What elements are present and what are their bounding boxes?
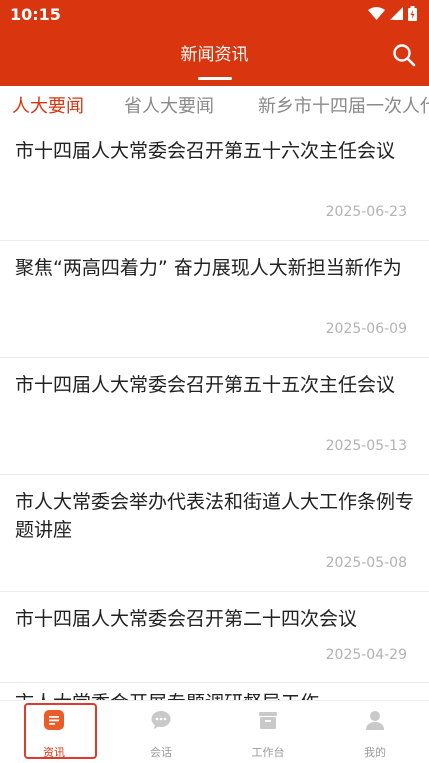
bottom-nav: 资讯 会话 工作台 我的 xyxy=(0,700,429,763)
tab-renda-news[interactable]: 人大要闻 xyxy=(12,92,84,118)
news-title: 市人大常委会举办代表法和街道人大工作条例专题讲座 xyxy=(15,491,415,541)
news-title: 聚焦“两高四着力” 奋力展现人大新担当新作为 xyxy=(15,257,402,279)
news-title: 市十四届人大常委会召开第五十六次主任会议 xyxy=(15,140,396,162)
workbench-icon xyxy=(259,712,277,729)
category-tabs: 人大要闻 省人大要闻 新乡市十四届一次人代会 xyxy=(0,86,429,124)
news-item[interactable]: 市人大常委会开展专题调研督导工作 xyxy=(0,683,429,700)
header-bar: 10:15 新闻资讯 xyxy=(0,0,429,86)
battery-icon xyxy=(408,6,417,21)
news-item[interactable]: 市十四届人大常委会召开第五十六次主任会议 2025-06-23 xyxy=(0,124,429,241)
title-underline xyxy=(198,77,232,80)
news-item[interactable]: 聚焦“两高四着力” 奋力展现人大新担当新作为 2025-06-09 xyxy=(0,241,429,358)
news-item[interactable]: 市人大常委会举办代表法和街道人大工作条例专题讲座 2025-05-08 xyxy=(0,475,429,592)
search-icon xyxy=(393,44,416,67)
news-list: 市十四届人大常委会召开第五十六次主任会议 2025-06-23 聚焦“两高四着力… xyxy=(0,124,429,700)
status-icons xyxy=(368,6,417,21)
nav-item-workbench[interactable]: 工作台 xyxy=(228,701,308,763)
tab-provincial-news[interactable]: 省人大要闻 xyxy=(124,92,214,118)
news-item[interactable]: 市十四届人大常委会召开第五十五次主任会议 2025-05-13 xyxy=(0,358,429,475)
nav-item-news[interactable]: 资讯 xyxy=(14,701,94,763)
signal-icon xyxy=(390,7,403,20)
nav-label: 会话 xyxy=(150,746,172,759)
nav-label: 我的 xyxy=(364,746,386,759)
nav-label: 工作台 xyxy=(251,746,285,759)
nav-item-chat[interactable]: 会话 xyxy=(121,701,201,763)
page-title: 新闻资讯 xyxy=(180,45,249,65)
news-title: 市十四届人大常委会召开第二十四次会议 xyxy=(15,608,358,630)
status-time: 10:15 xyxy=(10,5,61,24)
wifi-icon xyxy=(368,7,385,20)
news-item[interactable]: 市十四届人大常委会召开第二十四次会议 2025-04-29 xyxy=(0,592,429,683)
search-button[interactable] xyxy=(389,40,419,70)
news-date: 2025-05-13 xyxy=(325,438,407,454)
tab-congress-session[interactable]: 新乡市十四届一次人代会 xyxy=(258,92,429,118)
status-bar: 10:15 xyxy=(0,0,429,30)
news-date: 2025-06-23 xyxy=(325,204,407,220)
chat-icon xyxy=(151,711,171,729)
user-icon xyxy=(366,711,384,730)
news-date: 2025-05-08 xyxy=(325,555,407,571)
news-date: 2025-04-29 xyxy=(325,647,407,663)
nav-label: 资讯 xyxy=(43,746,65,759)
news-title: 市十四届人大常委会召开第五十五次主任会议 xyxy=(15,374,396,396)
news-title: 市人大常委会开展专题调研督导工作 xyxy=(15,689,415,700)
news-icon xyxy=(44,710,64,730)
nav-item-me[interactable]: 我的 xyxy=(335,701,415,763)
news-date: 2025-06-09 xyxy=(325,321,407,337)
